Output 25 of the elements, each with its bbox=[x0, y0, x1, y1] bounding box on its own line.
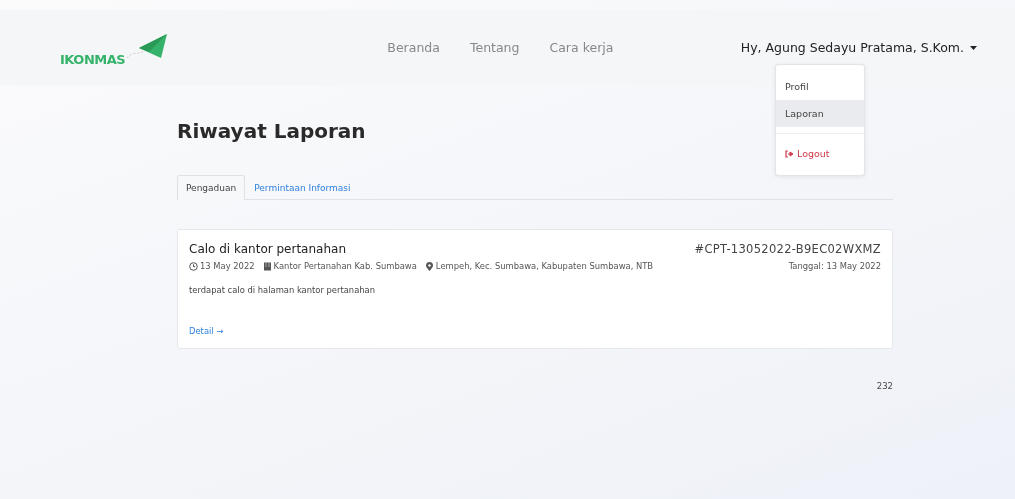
sign-out-icon bbox=[785, 149, 794, 158]
report-location: Lempeh, Kec. Sumbawa, Kabupaten Sumbawa, NTB bbox=[435, 261, 654, 271]
building-icon bbox=[262, 261, 272, 271]
map-pin-icon bbox=[424, 261, 434, 271]
report-office: Kantor Pertanahan Kab. Sumbawa bbox=[273, 261, 417, 271]
logout-menu-item[interactable]: Logout bbox=[776, 140, 864, 167]
nav-link[interactable]: Cara kerja bbox=[549, 40, 614, 55]
report-date: 13 May 2022 bbox=[200, 261, 255, 271]
caret-icon bbox=[970, 45, 977, 50]
report-title: Calo di kantor pertanahan bbox=[189, 242, 346, 256]
page-number: 232 bbox=[875, 381, 893, 391]
tab[interactable]: Permintaan Informasi bbox=[245, 175, 360, 200]
menu-item[interactable]: Profil bbox=[776, 73, 864, 100]
logo-text: IKONMAS bbox=[60, 51, 126, 67]
nav-link[interactable]: Beranda bbox=[387, 40, 440, 55]
user-menu-toggle[interactable]: Hy, Agung Sedayu Pratama, S.Kom. bbox=[740, 40, 977, 55]
tab[interactable]: Pengaduan bbox=[177, 175, 246, 200]
report-description: terdapat calo di halaman kantor pertanahan bbox=[189, 285, 377, 295]
report-code: #CPT-13052022-B9EC02WXMZ bbox=[694, 242, 881, 256]
page-title: Riwayat Laporan bbox=[177, 119, 367, 145]
nav-link[interactable]: Tentang bbox=[469, 40, 520, 55]
clock-icon bbox=[189, 261, 198, 271]
menu-item[interactable]: Laporan bbox=[776, 100, 864, 127]
report-issued-date: Tanggal: 13 May 2022 bbox=[788, 261, 881, 271]
detail-link[interactable]: Detail → bbox=[189, 326, 224, 336]
